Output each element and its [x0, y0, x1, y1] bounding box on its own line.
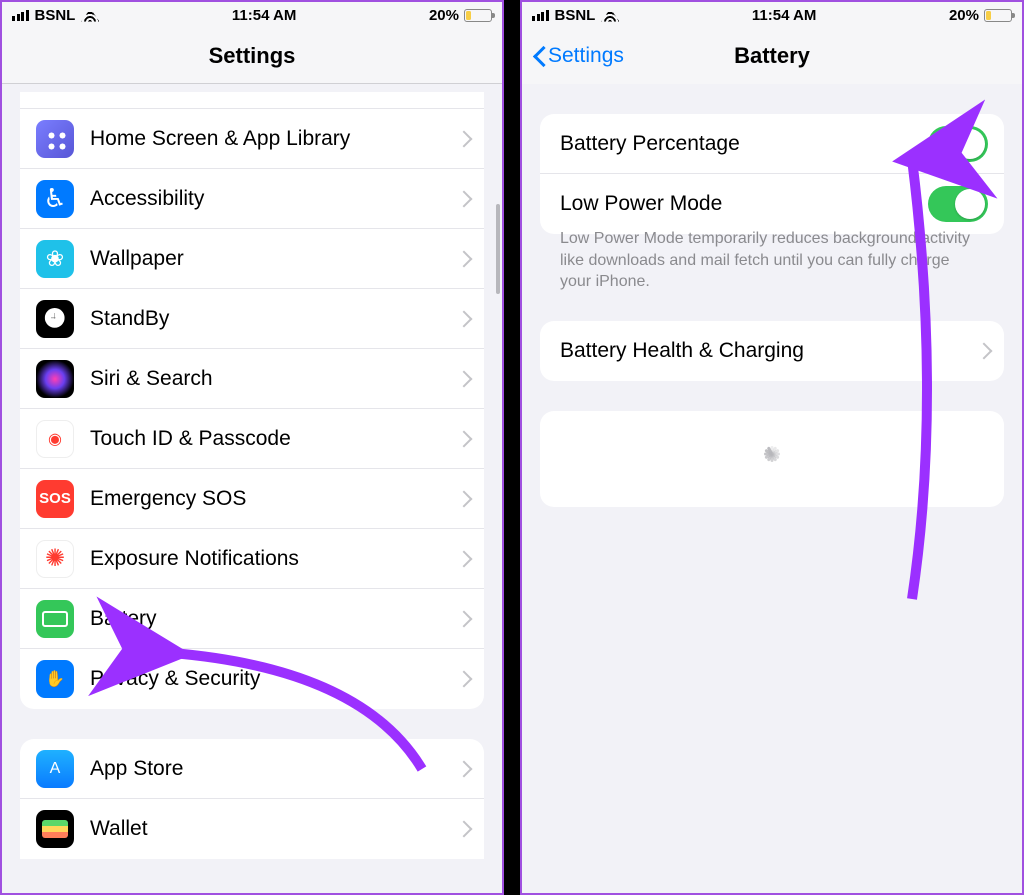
spinner-icon — [759, 446, 785, 472]
list-item[interactable]: ♿︎ Accessibility — [20, 169, 484, 229]
list-item[interactable]: Wallet — [20, 799, 484, 859]
battery-percentage-toggle[interactable] — [928, 126, 988, 162]
signal-icon — [12, 10, 29, 21]
list-item[interactable]: ◉ Touch ID & Passcode — [20, 409, 484, 469]
wallet-icon — [36, 810, 74, 848]
loading-row — [540, 429, 1004, 489]
list-item[interactable]: StandBy — [20, 289, 484, 349]
row-label: Touch ID & Passcode — [90, 427, 458, 451]
access-icon: ♿︎ — [36, 180, 74, 218]
grid-icon — [36, 120, 74, 158]
batt-icon — [36, 600, 74, 638]
page-title: Settings — [209, 43, 296, 69]
battery-percent: 20% — [949, 7, 979, 24]
row-label: Wallpaper — [90, 247, 458, 271]
battery-screen: BSNL 11:54 AM 20% Settings Battery Batte… — [520, 0, 1024, 895]
row-label: Battery Health & Charging — [560, 339, 978, 363]
list-item[interactable]: SOS Emergency SOS — [20, 469, 484, 529]
page-title: Battery — [734, 43, 810, 69]
row-label: Emergency SOS — [90, 487, 458, 511]
back-button[interactable]: Settings — [532, 44, 624, 68]
wifi-icon — [601, 9, 619, 22]
row-label: Battery Percentage — [560, 132, 928, 156]
chevron-right-icon — [458, 191, 468, 207]
nav-header: Settings Battery — [522, 28, 1022, 84]
row-label: Wallet — [90, 817, 458, 841]
list-item[interactable] — [20, 92, 484, 109]
chevron-right-icon — [458, 371, 468, 387]
status-bar: BSNL 11:54 AM 20% — [522, 2, 1022, 28]
list-item[interactable]: Battery — [20, 589, 484, 649]
back-label: Settings — [548, 44, 624, 68]
battery-icon — [464, 9, 492, 22]
list-item[interactable]: A App Store — [20, 739, 484, 799]
nav-header: Settings — [2, 28, 502, 84]
expo-icon — [36, 540, 74, 578]
chevron-right-icon — [458, 431, 468, 447]
row-label: Low Power Mode — [560, 192, 928, 216]
clock: 11:54 AM — [232, 7, 296, 24]
chevron-right-icon — [458, 491, 468, 507]
row-label: Home Screen & App Library — [90, 127, 458, 151]
chevron-right-icon — [458, 671, 468, 687]
priv-icon: ✋ — [36, 660, 74, 698]
chevron-right-icon — [458, 311, 468, 327]
chevron-right-icon — [458, 761, 468, 777]
carrier-label: BSNL — [555, 7, 596, 24]
row-label: App Store — [90, 757, 458, 781]
battery-health-row[interactable]: Battery Health & Charging — [540, 321, 1004, 381]
chevron-right-icon — [458, 611, 468, 627]
battery-percent: 20% — [429, 7, 459, 24]
row-label: Exposure Notifications — [90, 547, 458, 571]
clock: 11:54 AM — [752, 7, 816, 24]
chevron-left-icon — [532, 46, 544, 66]
signal-icon — [532, 10, 549, 21]
wifi-icon — [81, 9, 99, 22]
standby-icon — [36, 300, 74, 338]
chevron-right-icon — [458, 251, 468, 267]
row-label: Battery — [90, 607, 458, 631]
touch-icon: ◉ — [36, 420, 74, 458]
battery-percentage-row[interactable]: Battery Percentage — [540, 114, 1004, 174]
siri-icon — [36, 360, 74, 398]
row-label: StandBy — [90, 307, 458, 331]
list-item[interactable]: Siri & Search — [20, 349, 484, 409]
chevron-right-icon — [458, 131, 468, 147]
wall-icon — [36, 240, 74, 278]
chevron-right-icon — [458, 551, 468, 567]
chevron-right-icon — [978, 343, 988, 359]
list-item[interactable]: Exposure Notifications — [20, 529, 484, 589]
chevron-right-icon — [458, 821, 468, 837]
scrollbar[interactable] — [496, 204, 500, 294]
low-power-mode-description: Low Power Mode temporarily reduces backg… — [540, 226, 1004, 293]
appstore-icon: A — [36, 750, 74, 788]
row-label: Siri & Search — [90, 367, 458, 391]
carrier-label: BSNL — [35, 7, 76, 24]
list-item[interactable]: Wallpaper — [20, 229, 484, 289]
list-item[interactable]: ✋ Privacy & Security — [20, 649, 484, 709]
battery-icon — [984, 9, 1012, 22]
list-item[interactable]: Home Screen & App Library — [20, 109, 484, 169]
low-power-mode-toggle[interactable] — [928, 186, 988, 222]
row-label: Accessibility — [90, 187, 458, 211]
status-bar: BSNL 11:54 AM 20% — [2, 2, 502, 28]
low-power-mode-row[interactable]: Low Power Mode — [540, 174, 1004, 234]
settings-screen: BSNL 11:54 AM 20% Settings Home Screen &… — [0, 0, 504, 895]
row-label: Privacy & Security — [90, 667, 458, 691]
sos-icon: SOS — [36, 480, 74, 518]
